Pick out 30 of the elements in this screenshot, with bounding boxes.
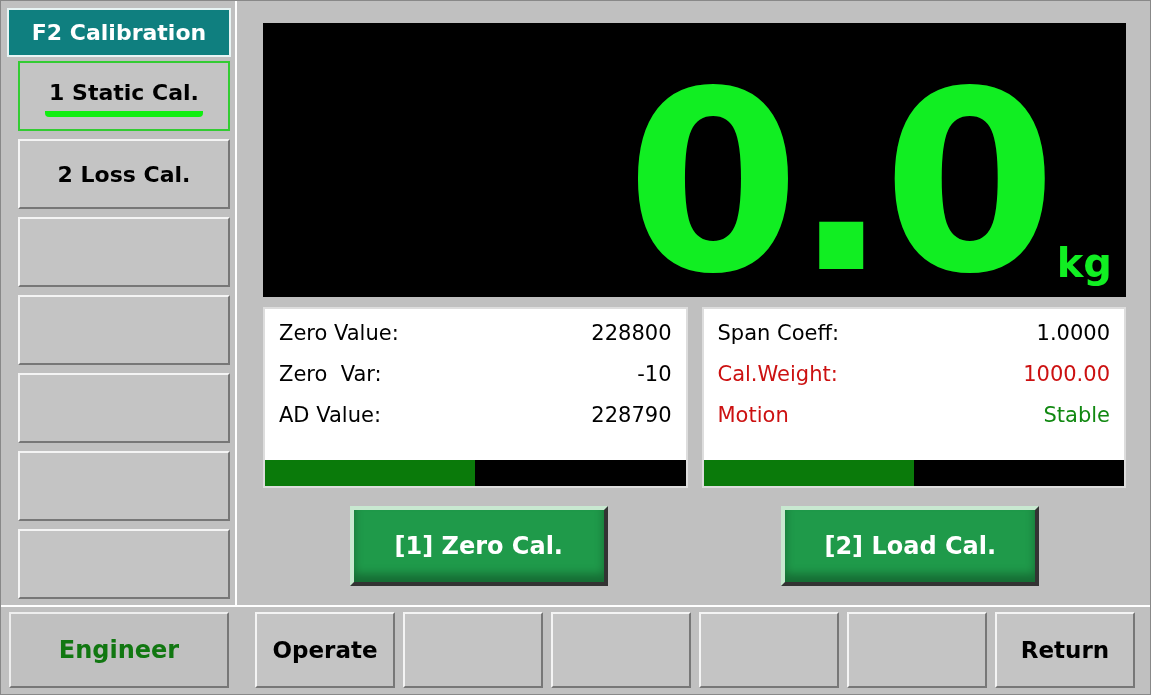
action-button[interactable]: [2] Load Cal. — [781, 506, 1040, 586]
menu-item[interactable] — [18, 451, 230, 521]
field-value: 1000.00 — [1023, 361, 1110, 388]
field-label: Motion — [717, 402, 789, 429]
menu-item[interactable]: 1 Static Cal. — [18, 61, 230, 131]
field-value: -10 — [637, 361, 672, 388]
function-button[interactable] — [551, 612, 691, 688]
menu-item[interactable] — [18, 373, 230, 443]
user-level-label: Engineer — [9, 612, 229, 688]
function-button[interactable] — [403, 612, 543, 688]
field-label: Zero Value: — [279, 320, 399, 347]
action-button[interactable]: [1] Zero Cal. — [349, 506, 608, 586]
weight-value: 0.0 — [625, 83, 1051, 283]
field-value: 228800 — [591, 320, 672, 347]
field-label: Cal.Weight: — [717, 361, 838, 388]
field-value: 228790 — [591, 402, 672, 429]
field-label: Span Coeff: — [717, 320, 839, 347]
function-button[interactable] — [847, 612, 987, 688]
screen-title: F2 Calibration — [7, 8, 231, 57]
function-button[interactable]: Operate — [255, 612, 395, 688]
menu-item[interactable] — [18, 217, 230, 287]
function-button[interactable]: Return — [995, 612, 1135, 688]
field-label: AD Value: — [279, 402, 381, 429]
menu-item[interactable]: 2 Loss Cal. — [18, 139, 230, 209]
field-label: Zero Var: — [279, 361, 382, 388]
menu-item[interactable] — [18, 295, 230, 365]
menu-item[interactable] — [18, 529, 230, 599]
field-value: Stable — [1043, 402, 1110, 429]
field-value: 1.0000 — [1036, 320, 1110, 347]
function-button[interactable] — [699, 612, 839, 688]
